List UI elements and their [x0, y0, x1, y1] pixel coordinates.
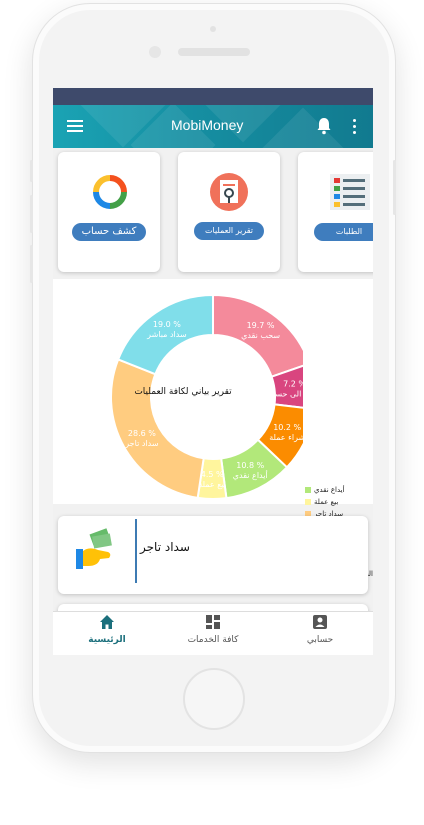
report-button-label: تقرير العمليات — [194, 222, 264, 240]
slice-value-label: 19.0 % — [153, 320, 181, 329]
app-screen: MobiMoney كشف حساب تقرير العمليات الطلبا… — [53, 88, 373, 655]
volume-down-button — [30, 245, 33, 283]
home-icon — [100, 615, 114, 629]
legend-label: بيع عملة — [314, 498, 339, 506]
slice-name-label: شراء عملة — [269, 433, 303, 442]
nav-all-services-label: كافة الخدمات — [187, 635, 239, 645]
nav-all-services[interactable]: كافة الخدمات — [173, 614, 253, 645]
home-button[interactable] — [183, 668, 245, 730]
shortcut-card-requests[interactable]: الطلبات — [298, 152, 373, 272]
volume-up-button — [30, 195, 33, 233]
slice-name-label: سحب نقدي — [241, 331, 280, 340]
slice-value-label: 28.6 % — [128, 429, 156, 438]
statement-button-label: كشف حساب — [72, 223, 146, 241]
legend-swatch — [305, 499, 311, 505]
operations-donut-chart: 19.7 %سحب نقدي 7.2 %تحويل الى حساب 10.2 %ش… — [110, 293, 303, 500]
slice-value-label: 4.5 % — [201, 470, 224, 479]
slice-value-label: 19.7 % — [247, 321, 275, 330]
report-icon — [210, 173, 248, 211]
nav-home[interactable]: الرئيسية — [67, 614, 147, 645]
legend-item[interactable]: أيداع نقدي — [305, 484, 373, 496]
donut-slice[interactable] — [110, 358, 205, 499]
cash-hand-icon — [76, 528, 112, 569]
bottom-navigation: حسابي كافة الخدمات الرئيسية — [53, 611, 373, 655]
account-icon — [313, 615, 327, 629]
nav-account[interactable]: حسابي — [280, 614, 360, 645]
legend-item[interactable]: بيع عملة — [305, 496, 373, 508]
more-vert-icon[interactable] — [353, 119, 357, 135]
slice-name-label: تحويل الى حساب — [265, 389, 303, 398]
side-button — [30, 160, 33, 182]
requests-button-label: الطلبات — [314, 223, 373, 241]
bell-icon[interactable] — [316, 117, 332, 135]
slice-value-label: 10.8 % — [236, 461, 264, 470]
merchant-payment-label: سداد تاجر — [140, 540, 190, 554]
slice-name-label: أيداع نقدي — [233, 470, 268, 480]
nav-home-label: الرئيسية — [88, 635, 126, 645]
front-camera — [149, 46, 161, 58]
slice-name-label: سداد تاجر — [124, 439, 159, 448]
merchant-payment-card[interactable]: سداد تاجر — [58, 516, 368, 594]
nav-account-label: حسابي — [306, 635, 334, 645]
slice-name-label: بيع عملة — [198, 480, 226, 489]
earpiece-speaker — [178, 48, 250, 56]
shortcut-card-statement[interactable]: كشف حساب — [58, 152, 160, 272]
card-divider — [135, 519, 137, 583]
legend-label: أيداع نقدي — [314, 486, 345, 494]
power-button — [393, 160, 396, 215]
legend-swatch — [305, 487, 311, 493]
list-icon — [330, 174, 370, 210]
shortcut-card-report[interactable]: تقرير العمليات — [178, 152, 280, 272]
menu-icon[interactable] — [67, 120, 83, 132]
sensor-dot — [210, 26, 216, 32]
operations-chart-card: 19.7 %سحب نقدي 7.2 %تحويل الى حساب 10.2 %ش… — [53, 279, 373, 578]
app-bar: MobiMoney — [53, 105, 373, 148]
app-title: MobiMoney — [171, 117, 244, 133]
status-bar — [53, 88, 373, 105]
refresh-circle-icon — [93, 175, 127, 209]
slice-name-label: سداد مباشر — [146, 330, 187, 339]
grid-icon — [206, 615, 220, 629]
slice-value-label: 7.2 % — [283, 379, 303, 388]
slice-value-label: 10.2 % — [273, 423, 301, 432]
chart-title: تقرير بياني لكافة العمليات — [134, 387, 232, 397]
